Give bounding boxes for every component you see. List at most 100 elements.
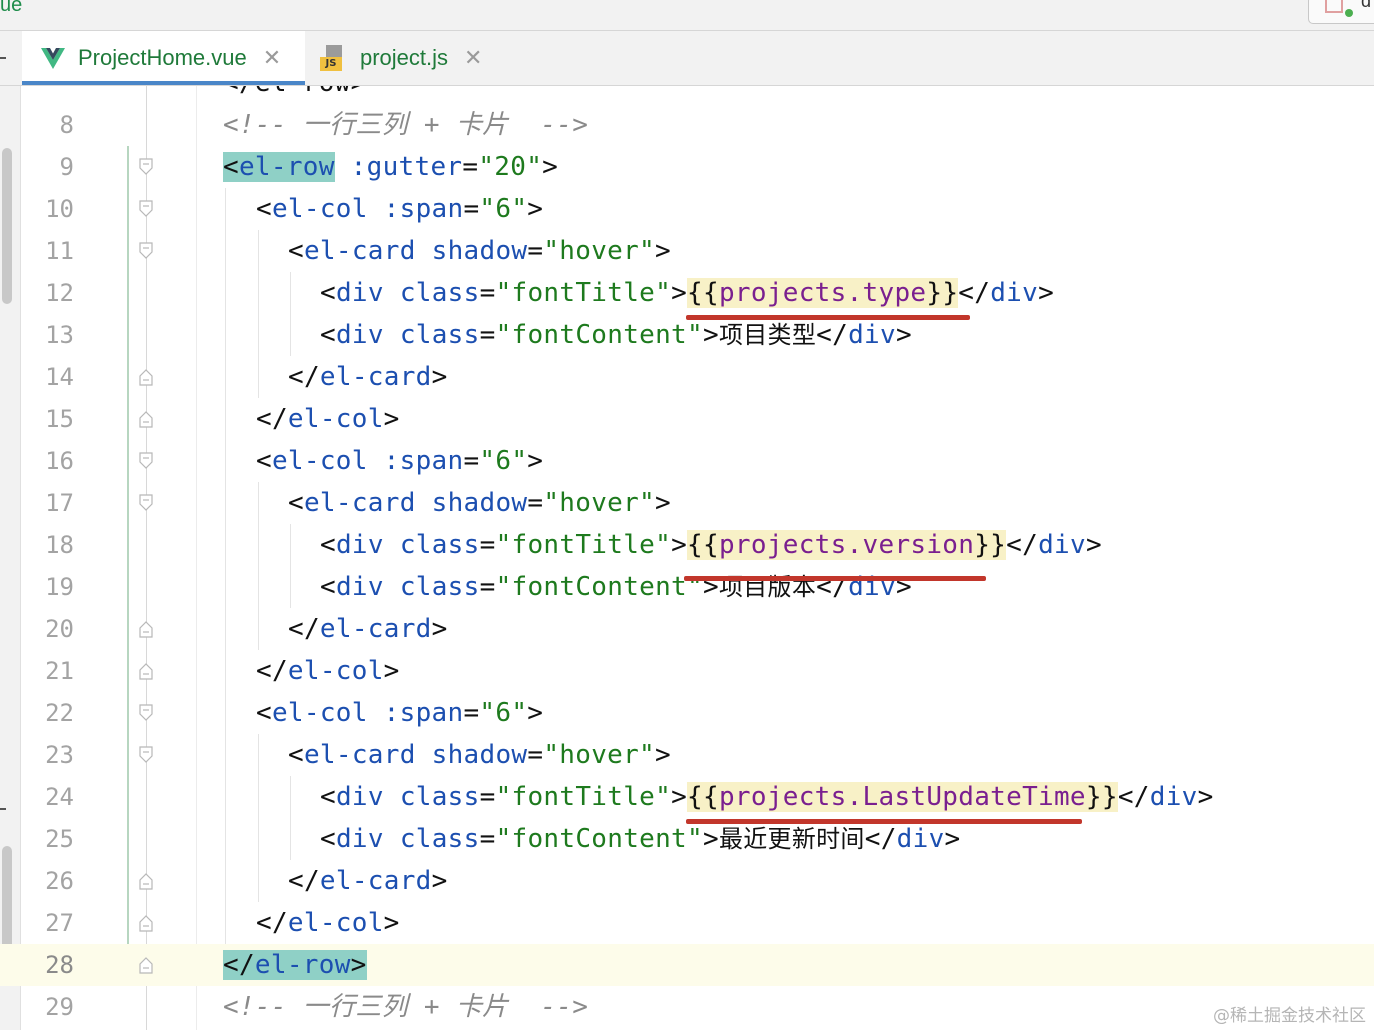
code-line[interactable]: 18 <div class="fontTitle">{{projects.vers… [0,524,1374,566]
tab-label: ProjectHome.vue [78,45,247,70]
code-line[interactable]: 23 <el-card shadow="hover"> [0,734,1374,776]
fold-collapse-icon[interactable] [139,620,153,638]
code-text[interactable]: <div class="fontContent">最近更新时间</div> [320,818,961,860]
run-config-label: d [1361,0,1372,11]
code-line[interactable]: 14 </el-card> [0,356,1374,398]
fold-collapse-icon[interactable] [139,410,153,428]
annotation-underline [686,819,1082,824]
line-number[interactable]: 12 [20,272,74,314]
code-text[interactable]: <el-col :span="6"> [256,188,543,230]
line-number[interactable]: 10 [20,188,74,230]
run-config-icon [1325,0,1343,13]
code-line[interactable]: 26 </el-card> [0,860,1374,902]
line-number[interactable]: 25 [20,818,74,860]
line-number[interactable]: 13 [20,314,74,356]
fold-expand-icon[interactable] [139,704,153,722]
line-number[interactable]: 23 [20,734,74,776]
code-text[interactable]: <div class="fontTitle">{{projects.LastUp… [320,776,1214,818]
code-text[interactable]: </el-card> [288,356,448,398]
code-text[interactable]: </el-row> [223,944,367,986]
code-text[interactable]: <el-card shadow="hover"> [288,230,671,272]
code-text[interactable]: <div class="fontTitle">{{projects.type}}… [320,272,1054,314]
annotation-strike [684,576,986,581]
code-text[interactable]: <el-card shadow="hover"> [288,734,671,776]
vue-file-icon [41,48,65,69]
line-number[interactable]: 21 [20,650,74,692]
code-text[interactable]: <el-card shadow="hover"> [288,482,671,524]
code-text[interactable]: </el-col> [256,902,400,944]
line-number[interactable]: 27 [20,902,74,944]
line-number[interactable]: 17 [20,482,74,524]
code-line[interactable]: 22 <el-col :span="6"> [0,692,1374,734]
code-line[interactable]: 19 <div class="fontContent">项目版本</div> [0,566,1374,608]
line-number[interactable]: 15 [20,398,74,440]
fold-expand-icon[interactable] [139,242,153,260]
code-line[interactable]: 13 <div class="fontContent">项目类型</div> [0,314,1374,356]
code-line[interactable]: 8 <!-- 一行三列 + 卡片 --> [0,104,1374,146]
code-editor[interactable]: </el-row> 8 <!-- 一行三列 + 卡片 --> 9 <el-row :g… [0,86,1374,1030]
line-number[interactable]: 11 [20,230,74,272]
close-icon[interactable]: ✕ [263,45,281,71]
code-line[interactable]: 16 <el-col :span="6"> [0,440,1374,482]
fold-collapse-icon[interactable] [139,872,153,890]
code-line[interactable]: 24 <div class="fontTitle">{{projects.Last… [0,776,1374,818]
fold-expand-icon[interactable] [139,494,153,512]
code-text[interactable]: <el-col :span="6"> [256,692,543,734]
tab-projecthome-vue[interactable]: ProjectHome.vue ✕ [22,31,305,85]
code-line[interactable]: 15 </el-col> [0,398,1374,440]
tab-project-js[interactable]: JS project.js ✕ [320,31,510,85]
code-text[interactable]: <div class="fontContent">项目类型</div> [320,314,912,356]
annotation-underline [686,315,970,320]
code-line[interactable]: 21 </el-col> [0,650,1374,692]
close-icon[interactable]: ✕ [464,45,482,71]
line-number[interactable]: 26 [20,860,74,902]
code-text[interactable]: <el-row :gutter="20"> [223,146,558,188]
status-dot-icon [1345,9,1353,17]
code-text[interactable]: <!-- 一行三列 + 卡片 --> [223,986,588,1028]
code-text[interactable]: <div class="fontContent">项目版本</div> [320,566,912,608]
line-number[interactable]: 14 [20,356,74,398]
code-text[interactable]: </el-col> [256,650,400,692]
line-number[interactable]: 28 [20,944,74,986]
code-line[interactable]: 10 <el-col :span="6"> [0,188,1374,230]
fold-collapse-icon[interactable] [139,914,153,932]
line-number[interactable]: 18 [20,524,74,566]
code-text[interactable]: </el-card> [288,860,448,902]
line-number[interactable]: 20 [20,608,74,650]
code-line[interactable]: 25 <div class="fontContent">最近更新时间</div> [0,818,1374,860]
code-text[interactable]: <!-- 一行三列 + 卡片 --> [223,104,588,146]
line-number[interactable]: 29 [20,986,74,1028]
active-tab-indicator [22,81,305,85]
code-line[interactable]: 27 </el-col> [0,902,1374,944]
line-number[interactable]: 22 [20,692,74,734]
code-line[interactable]: 29 <!-- 一行三列 + 卡片 --> [0,986,1374,1028]
fold-expand-icon[interactable] [139,200,153,218]
fold-collapse-icon[interactable] [139,368,153,386]
fold-collapse-icon[interactable] [139,956,153,974]
fold-expand-icon[interactable] [139,452,153,470]
fold-collapse-icon[interactable] [139,662,153,680]
code-text[interactable]: <div class="fontTitle">{{projects.versio… [320,524,1102,566]
run-config-button[interactable]: d [1308,0,1374,24]
tab-bar-left-marker [0,57,6,59]
code-text[interactable]: </el-col> [256,398,400,440]
code-line[interactable]: 9 <el-row :gutter="20"> [0,146,1374,188]
code-line[interactable]: 17 <el-card shadow="hover"> [0,482,1374,524]
code-text[interactable]: </el-card> [288,608,448,650]
line-number[interactable]: 9 [20,146,74,188]
line-number[interactable]: 24 [20,776,74,818]
code-line-partial: </el-row> [0,86,1374,104]
code-text[interactable]: <el-col :span="6"> [256,440,543,482]
code-line[interactable]: 12 <div class="fontTitle">{{projects.type… [0,272,1374,314]
fold-expand-icon[interactable] [139,746,153,764]
watermark: @稀土掘金技术社区 [1213,1006,1366,1026]
title-bar: ue d [0,0,1374,31]
code-line[interactable]: 11 <el-card shadow="hover"> [0,230,1374,272]
code-line[interactable]: 20 </el-card> [0,608,1374,650]
code-line[interactable]: 28 </el-row> [0,944,1374,986]
line-number[interactable]: 16 [20,440,74,482]
line-number[interactable]: 19 [20,566,74,608]
fold-expand-icon[interactable] [139,158,153,176]
breadcrumb[interactable]: ue [0,0,22,17]
line-number[interactable]: 8 [20,104,74,146]
